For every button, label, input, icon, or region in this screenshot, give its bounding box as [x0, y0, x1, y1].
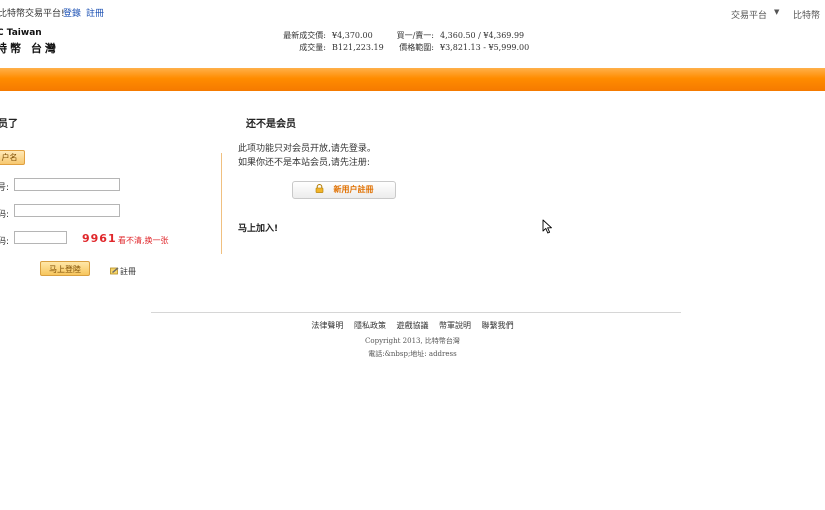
footer-link-contact[interactable]: 聯繫我們: [482, 321, 514, 330]
brand-link[interactable]: 比特幣: [793, 8, 820, 21]
page: 比特幣交易平台! 登錄 註冊 交易平台 ▼ 比特幣 C Taiwan 特幣 台灣…: [0, 0, 825, 510]
stat-value: 4,360.50 / ¥4,369.99: [440, 31, 525, 40]
new-user-register-label: 新用户註冊: [333, 185, 374, 194]
footer-links: 法律聲明 隱私政策 遊戲協議 幣軍說明 聯繫我們: [0, 320, 825, 331]
market-stats-right: 買一/賣一: 4,360.50 / ¥4,369.99 價格範圍: ¥3,821.1…: [386, 30, 530, 54]
footer-link-agreement[interactable]: 遊戲協議: [397, 321, 429, 330]
login-title: 员了: [0, 119, 18, 130]
footer-link-coin-info[interactable]: 幣軍說明: [439, 321, 471, 330]
stat-value: ¥4,370.00: [332, 31, 373, 40]
register-small-label: 註冊: [120, 267, 136, 276]
stat-label: 成交量:: [299, 43, 326, 52]
stat-bid-ask: 買一/賣一: 4,360.50 / ¥4,369.99: [386, 30, 529, 42]
login-submit-button[interactable]: 马上登陸: [40, 261, 90, 276]
stat-label: 最新成交價:: [283, 31, 326, 40]
logo-english[interactable]: C Taiwan: [0, 28, 42, 38]
footer-copyright: Copyright 2013, 比特幣台灣: [365, 337, 460, 345]
password-input[interactable]: [14, 204, 120, 217]
signup-title: 还不是会员: [246, 119, 296, 130]
header: C Taiwan 特幣 台灣 最新成交價: ¥4,370.00 成交量: B121,…: [0, 22, 825, 68]
username-label: 号:: [0, 183, 10, 193]
password-label: 码:: [0, 210, 10, 220]
mouse-cursor-icon: [542, 219, 552, 234]
market-stats-left: 最新成交價: ¥4,370.00 成交量: B121,223.19: [268, 30, 384, 54]
caret-down-icon[interactable]: ▼: [774, 8, 779, 16]
captcha-code: 9961: [82, 232, 117, 245]
captcha-label: 码:: [0, 237, 10, 247]
join-now-text: 马上加入!: [238, 224, 279, 234]
logo-chinese[interactable]: 特幣 台灣: [0, 40, 59, 56]
stat-label: 買一/賣一:: [396, 31, 434, 40]
nav-band: [0, 68, 825, 91]
captcha-input[interactable]: [14, 231, 67, 244]
captcha-refresh-link[interactable]: 看不清,换一张: [118, 235, 169, 246]
username-input[interactable]: [14, 178, 120, 191]
welcome-text: 比特幣交易平台!: [0, 9, 65, 19]
login-tab[interactable]: 户名: [0, 150, 25, 165]
footer-link-privacy[interactable]: 隱私政策: [354, 321, 386, 330]
pencil-icon: [110, 267, 119, 275]
lock-icon: [315, 184, 323, 193]
new-user-register-button[interactable]: 新用户註冊: [292, 181, 396, 199]
stat-label: 價格範圍:: [399, 43, 434, 52]
stat-last-price: 最新成交價: ¥4,370.00: [268, 30, 384, 42]
platform-menu[interactable]: 交易平台: [731, 8, 767, 21]
stat-value: B121,223.19: [332, 43, 384, 52]
footer-link-legal[interactable]: 法律聲明: [311, 321, 343, 330]
register-small-link[interactable]: 註冊: [110, 266, 136, 277]
panel-divider: [221, 153, 222, 254]
top-bar: 比特幣交易平台! 登錄 註冊 交易平台 ▼ 比特幣: [0, 0, 825, 23]
login-link[interactable]: 登錄: [63, 6, 81, 19]
stat-price-range: 價格範圍: ¥3,821.13 - ¥5,999.00: [386, 42, 529, 54]
register-link[interactable]: 註冊: [86, 6, 104, 19]
footer-divider: [151, 312, 681, 313]
signup-info-line-1: 此项功能只对会员开放,请先登录。: [238, 144, 376, 154]
stat-value: ¥3,821.13 - ¥5,999.00: [440, 43, 530, 52]
stat-volume: 成交量: B121,223.19: [268, 42, 384, 54]
signup-info-line-2: 如果你还不是本站会员,请先注册:: [238, 158, 370, 168]
footer-contact: 電話:&nbsp;地址: address: [368, 350, 457, 358]
